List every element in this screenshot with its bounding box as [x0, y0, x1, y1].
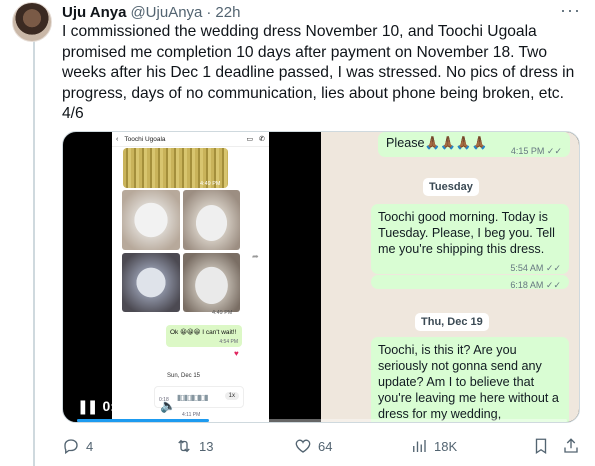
day-divider-tuesday: Tuesday [423, 178, 479, 196]
left-chat-screenshot: ‹ Toochi Ugoala ▭ ✆ 4:49 PM ➦ 4:49 PM Ok… [112, 132, 269, 422]
left-chat-message-time: 4:54 PM [219, 339, 238, 345]
author-handle[interactable]: @UjuAnya [130, 4, 202, 21]
bookmark-button[interactable] [532, 437, 550, 455]
share-icon [564, 438, 578, 453]
chat-message-please: Please🙏🏾🙏🏾🙏🏾🙏🏾 4:15 PM ✓✓ [378, 132, 570, 157]
author-name[interactable]: Uju Anya [62, 4, 126, 21]
chat-message-tuesday: Toochi good morning. Today is Tuesday. P… [371, 204, 569, 274]
video-progress-fill [77, 419, 210, 422]
phone-icon: ✆ [259, 136, 265, 143]
reply-icon [64, 439, 78, 455]
chat-message-dec19: Toochi, is this it? Are you seriously no… [371, 337, 569, 422]
views-button[interactable]: 18K [410, 437, 457, 455]
thread-connector-line [33, 40, 35, 466]
separator-dot: · [206, 3, 212, 21]
retweet-count: 13 [199, 438, 214, 454]
right-chat-screenshot: Please🙏🏾🙏🏾🙏🏾🙏🏾 4:15 PM ✓✓ Tuesday Toochi… [321, 132, 579, 422]
heart-icon [295, 439, 311, 453]
view-count: 18K [434, 438, 458, 454]
dress-photo-1 [122, 190, 180, 250]
views-icon [413, 440, 426, 452]
volume-icon[interactable]: 🔈 [160, 398, 176, 414]
like-button[interactable]: 64 [294, 437, 332, 455]
captions-icon[interactable]: CC [136, 400, 155, 412]
left-chat-date: Sun, Dec 15 [167, 373, 201, 379]
reply-button[interactable]: 4 [62, 437, 93, 455]
video-progress-bar[interactable] [77, 419, 567, 422]
back-chevron-icon: ‹ [116, 135, 119, 143]
photo-time: 4:49 PM [200, 181, 221, 187]
dress-photo-2 [182, 190, 240, 250]
bookmark-icon [535, 438, 547, 455]
video-call-icon: ▭ [246, 136, 254, 143]
day-divider-dec19: Thu, Dec 19 [415, 313, 489, 331]
heart-reaction-icon: ♥ [234, 349, 239, 358]
forward-icon: ➦ [252, 252, 259, 261]
chat-photo-grid [122, 190, 240, 312]
left-chat-contact: Toochi Ugoala [124, 135, 166, 143]
message-text: Please🙏🏾🙏🏾🙏🏾🙏🏾 [386, 136, 488, 150]
video-current-time: 0:41 [102, 398, 131, 414]
left-chat-header: ‹ Toochi Ugoala ▭ ✆ [112, 132, 269, 147]
retweet-icon [178, 439, 190, 453]
message-text: Toochi, is this it? Are you seriously no… [378, 343, 559, 421]
grid-time: 4:49 PM [212, 310, 233, 316]
tweet-actions: 4 13 64 18K [62, 436, 580, 456]
message-time: 6:18 AM ✓✓ [510, 280, 561, 290]
tweet-header: Uju Anya @UjuAnya · 22h [62, 2, 240, 22]
chat-message-partial: 6:18 AM ✓✓ [371, 275, 569, 290]
video-controls: ❚❚ 0:41 CC 🔈 [63, 394, 263, 418]
retweet-button[interactable]: 13 [175, 437, 213, 455]
left-chat-message: Ok 😀😀😀 I can't wait!! 4:54 PM [166, 325, 242, 347]
avatar[interactable] [12, 2, 52, 42]
share-button[interactable] [562, 437, 580, 455]
pause-icon[interactable]: ❚❚ [77, 398, 99, 415]
video-player[interactable]: ‹ Toochi Ugoala ▭ ✆ 4:49 PM ➦ 4:49 PM Ok… [62, 131, 580, 423]
dress-photo-4 [182, 252, 240, 312]
message-time: 4:15 PM ✓✓ [510, 146, 562, 156]
like-count: 64 [318, 438, 333, 454]
more-options-icon[interactable]: ··· [560, 0, 581, 21]
message-text: Toochi good morning. Today is Tuesday. P… [378, 210, 555, 256]
reply-count: 4 [86, 438, 94, 454]
tweet-time[interactable]: 22h [215, 4, 240, 21]
message-time: 5:54 AM ✓✓ [510, 263, 561, 273]
left-chat-message-text: Ok 😀😀😀 I can't wait!! [170, 329, 237, 336]
dress-photo-3 [122, 252, 180, 312]
tweet-text: I commissioned the wedding dress Novembe… [62, 23, 575, 122]
